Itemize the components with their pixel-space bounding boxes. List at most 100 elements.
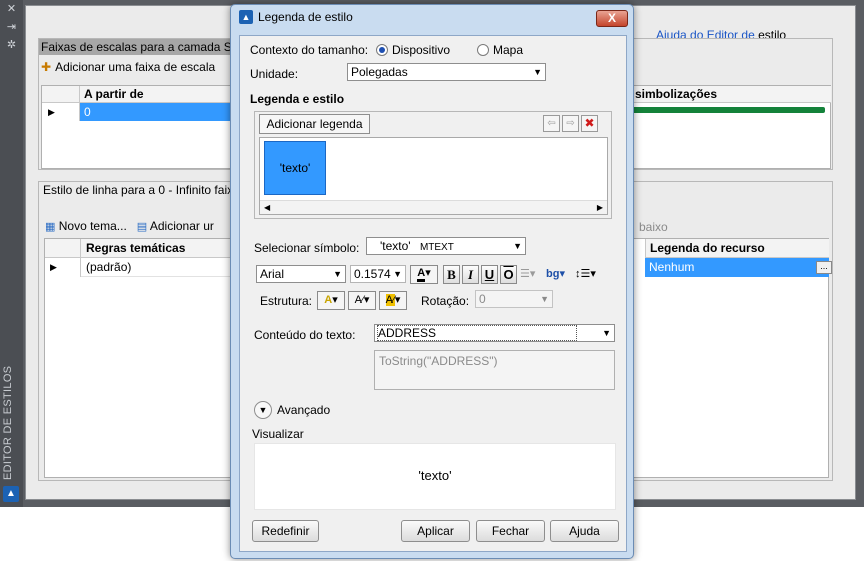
add-rule-icon: ▤ (136, 221, 148, 233)
structure-label: Estrutura: (260, 294, 313, 308)
scroll-left-icon[interactable]: ◀ (264, 203, 270, 212)
preview-area: 'texto' (254, 443, 616, 510)
unit-label: Unidade: (250, 67, 299, 81)
text-size-value: 0.1574 (354, 267, 391, 281)
delete-icon[interactable]: ✖ (581, 115, 598, 132)
close-button[interactable]: X (596, 10, 628, 27)
background-button[interactable]: bg▾ (546, 267, 565, 280)
label-style-group: Adicionar legenda ⇦ ⇨ ✖ 'texto' ◀ ▶ (254, 111, 612, 219)
expression-field[interactable]: ToString("ADDRESS") (374, 350, 615, 390)
add-rule-button[interactable]: ▤ Adicionar ur (137, 219, 214, 233)
advanced-label[interactable]: Avançado (277, 403, 330, 417)
symbolization-bar (625, 107, 825, 113)
add-label-button[interactable]: Adicionar legenda (259, 114, 370, 134)
feature-label-cell[interactable]: Nenhum (645, 258, 829, 277)
overline-button[interactable]: O (500, 265, 517, 284)
new-theme-button[interactable]: ▦ Novo tema... (45, 219, 127, 233)
unit-value: Polegadas (351, 65, 408, 79)
row-selector[interactable]: ▶ (42, 103, 80, 121)
text-size-dropdown[interactable]: 0.1574 ▼ (350, 265, 406, 283)
rule-cell[interactable]: (padrão) (81, 258, 241, 277)
move-down-button[interactable]: baixo (639, 220, 668, 234)
frame-fill-icon: A⁄ (385, 294, 395, 306)
frame-style-button[interactable]: A⁄▾ (348, 291, 376, 310)
text-content-value: ADDRESS (376, 325, 578, 341)
move-right-icon[interactable]: ⇨ (562, 115, 579, 132)
symbol-name: 'texto' (380, 239, 411, 253)
radio-map-dot (477, 44, 489, 56)
autocad-logo-icon: ▲ (3, 486, 19, 502)
help-button[interactable]: Ajuda (550, 520, 619, 542)
chevron-down-icon: ▼ (333, 269, 342, 279)
close-dialog-button[interactable]: Fechar (476, 520, 545, 542)
settings-icon[interactable]: ✲ (0, 36, 23, 54)
symbol-dropdown[interactable]: 'texto' MTEXT ▼ (366, 237, 526, 255)
font-value: Arial (260, 267, 285, 281)
preview-label: Visualizar (252, 427, 304, 441)
frame-fill-button[interactable]: A⁄▾ (379, 291, 407, 310)
unit-dropdown[interactable]: Polegadas ▼ (347, 63, 546, 81)
chevron-down-icon: ▼ (393, 269, 402, 279)
add-scale-range-label: Adicionar uma faixa de escala (55, 60, 216, 74)
chevron-down-icon: ▼ (533, 67, 542, 77)
scroll-right-icon[interactable]: ▶ (597, 203, 603, 212)
new-theme-icon: ▦ (45, 221, 56, 233)
feature-label-edit-button[interactable]: ... (816, 261, 832, 274)
italic-button[interactable]: I (462, 265, 479, 284)
pin-icon[interactable]: ⇥ (0, 18, 23, 36)
label-style-dialog: ▲ Legenda de estilo X Contexto do tamanh… (230, 4, 634, 559)
radio-device-label: Dispositivo (392, 43, 451, 57)
reset-button[interactable]: Redefinir (252, 520, 319, 542)
row-selector-header (42, 86, 80, 103)
dialog-title: Legenda de estilo (258, 10, 353, 24)
col-feature-label-header: Legenda do recurso (645, 239, 829, 258)
font-color-button[interactable]: A▾ (410, 265, 438, 284)
row-selector[interactable]: ▶ (45, 258, 81, 277)
add-scale-range-button[interactable]: ✚ Adicionar uma faixa de escala (41, 60, 215, 74)
align-icon[interactable]: ☰▾ (520, 267, 535, 280)
from-cell[interactable]: 0 (80, 103, 235, 121)
frame-style-icon: A⁄ (354, 294, 364, 306)
palette-vertical-title: EDITOR DE ESTILOS (2, 365, 14, 480)
text-content-dropdown[interactable]: ADDRESS ▼ (374, 324, 615, 342)
select-symbol-label: Selecionar símbolo: (254, 241, 360, 255)
move-left-icon[interactable]: ⇦ (543, 115, 560, 132)
dialog-titlebar: ▲ Legenda de estilo (239, 10, 353, 24)
radio-map-label: Mapa (493, 43, 524, 57)
size-context-label: Contexto do tamanho: (250, 43, 369, 57)
add-rule-label: Adicionar ur (149, 219, 214, 233)
rotation-dropdown[interactable]: 0 ▼ (475, 290, 553, 308)
theme-toolbar: ▦ Novo tema... ▤ Adicionar ur (45, 219, 214, 233)
bold-button[interactable]: B (443, 265, 460, 284)
col-rules-header: Regras temáticas (81, 239, 241, 258)
line-style-title: Estilo de linha para a 0 - Infinito faix (43, 183, 234, 197)
label-item[interactable]: 'texto' (264, 141, 326, 195)
add-scale-range-icon: ✚ (41, 60, 52, 74)
background-label: bg (546, 268, 560, 280)
col-symbolizations-header: r: simbolizações (622, 86, 831, 103)
col-from-header: A partir de (80, 86, 235, 103)
chevron-down-icon: ▼ (540, 294, 549, 304)
row-selector-header (45, 239, 81, 258)
label-list-scrollbar[interactable]: ◀ ▶ (260, 200, 607, 214)
radio-map[interactable]: Mapa (477, 43, 523, 57)
rotation-label: Rotação: (421, 294, 470, 308)
radio-device-dot (376, 44, 388, 56)
halo-color-icon: A (324, 294, 333, 306)
rotation-value: 0 (479, 292, 486, 306)
line-spacing-icon[interactable]: ↕☰▾ (575, 267, 596, 280)
symbol-type: MTEXT (419, 242, 454, 253)
chevron-down-icon: ▼ (602, 328, 611, 338)
halo-color-button[interactable]: A▾ (317, 291, 345, 310)
text-content-label: Conteúdo do texto: (254, 328, 356, 342)
advanced-expand-button[interactable]: ▼ (254, 401, 272, 419)
autocad-logo-icon: ▲ (239, 10, 253, 24)
close-icon[interactable]: ✕ (0, 0, 23, 18)
dialog-body: Contexto do tamanho: Dispositivo Mapa Un… (239, 35, 627, 552)
font-dropdown[interactable]: Arial ▼ (256, 265, 346, 283)
underline-button[interactable]: U (481, 265, 498, 284)
font-color-icon: A (417, 267, 426, 282)
radio-device[interactable]: Dispositivo (376, 43, 450, 57)
apply-button[interactable]: Aplicar (401, 520, 470, 542)
label-list: 'texto' ◀ ▶ (259, 137, 608, 215)
